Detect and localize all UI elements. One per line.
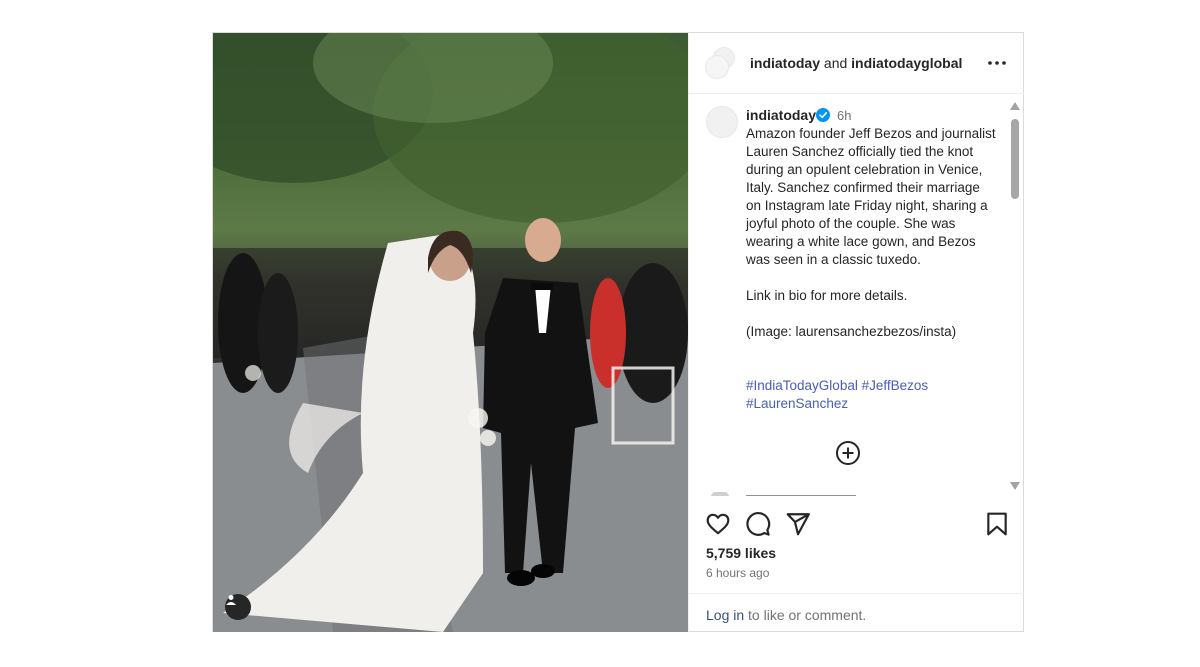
user-tag-icon <box>226 595 236 605</box>
wedding-photo-illustration <box>213 33 688 632</box>
scroll-up-arrow-icon[interactable] <box>1009 101 1021 111</box>
verified-badge-icon <box>816 108 830 122</box>
post-header-names: indiatoday and indiatodayglobal <box>750 55 962 71</box>
hashtag-link[interactable]: #JeffBezos <box>862 378 929 393</box>
login-prompt: Log in to like or comment. <box>689 593 1024 633</box>
next-comment-cut-off <box>710 492 856 496</box>
caption-timestamp[interactable]: 6h <box>837 108 851 123</box>
user-tag-button[interactable] <box>225 594 251 620</box>
likes-count[interactable]: 5,759 likes <box>706 545 776 561</box>
login-text: Log in to like or comment. <box>706 607 866 623</box>
post-time-ago[interactable]: 6 hours ago <box>706 566 769 580</box>
caption-username[interactable]: indiatoday <box>746 107 816 123</box>
post-sidebar: indiatoday and indiatodayglobal indiatod… <box>688 33 1024 632</box>
share-icon[interactable] <box>785 511 811 537</box>
hashtag-link[interactable]: #LaurenSanchez <box>746 396 848 411</box>
caption-hashtags: #IndiaTodayGlobal #JeffBezos #LaurenSanc… <box>746 377 996 413</box>
header-username-1[interactable]: indiatoday <box>750 55 820 71</box>
like-heart-icon[interactable] <box>705 511 731 537</box>
header-username-2[interactable]: indiatodayglobal <box>851 55 962 71</box>
caption-text: Amazon founder Jeff Bezos and journalist… <box>746 126 996 339</box>
instagram-post-embed: indiatoday and indiatodayglobal indiatod… <box>212 32 1024 632</box>
login-rest-text: to like or comment. <box>744 607 867 623</box>
comments-scrollbar-thumb[interactable] <box>1011 119 1019 199</box>
account-avatar-front[interactable] <box>705 55 729 79</box>
login-link[interactable]: Log in <box>706 607 744 623</box>
post-header: indiatoday and indiatodayglobal <box>689 33 1024 94</box>
add-comment-icon[interactable] <box>835 440 861 466</box>
post-action-bar <box>689 511 1024 537</box>
comment-icon[interactable] <box>745 511 771 537</box>
more-options-icon[interactable] <box>985 51 1009 75</box>
header-conjunction: and <box>820 55 852 71</box>
caption-avatar[interactable] <box>706 106 738 138</box>
scroll-down-arrow-icon[interactable] <box>1009 481 1021 491</box>
post-photo[interactable] <box>213 33 688 632</box>
save-bookmark-icon[interactable] <box>984 511 1010 537</box>
hashtag-link[interactable]: #IndiaTodayGlobal <box>746 378 858 393</box>
comments-area[interactable]: indiatoday 6h Amazon founder Jeff Bezos … <box>689 94 1024 496</box>
